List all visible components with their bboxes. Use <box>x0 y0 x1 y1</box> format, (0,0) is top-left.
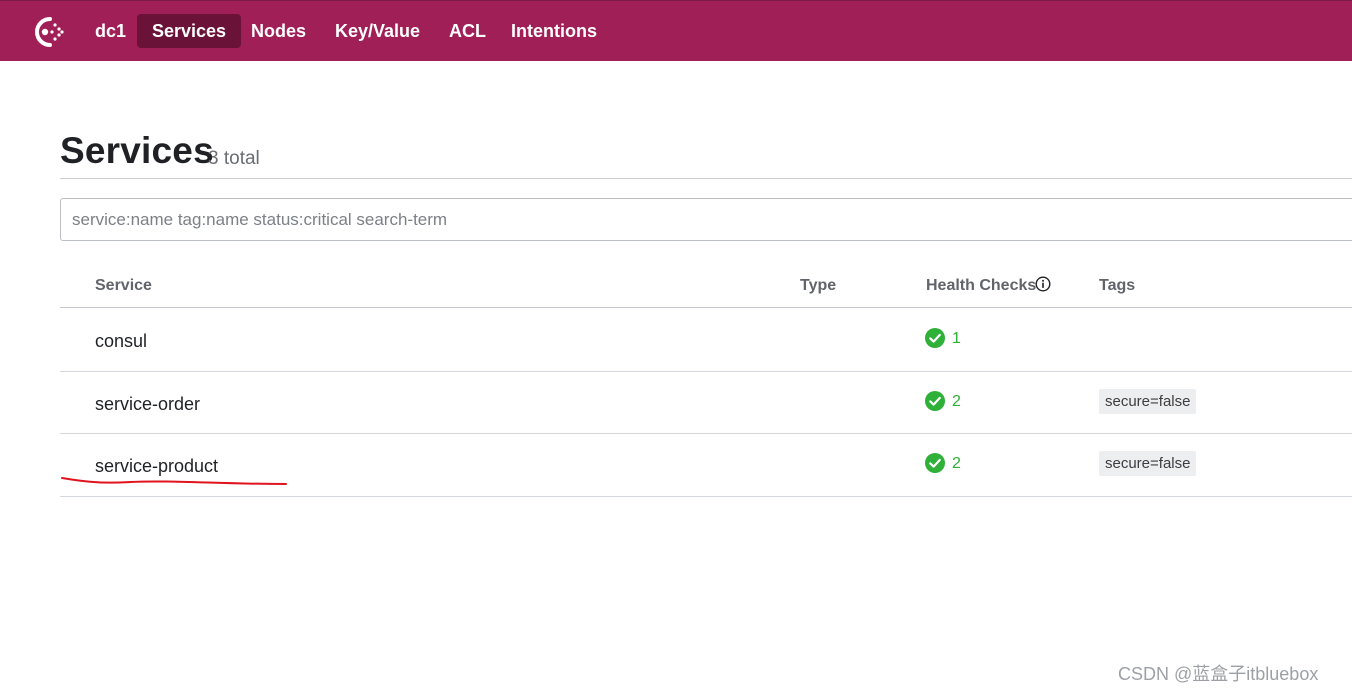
table-row[interactable]: service-order 2 secure=false <box>60 372 1352 434</box>
column-header-tags[interactable]: Tags <box>1099 277 1135 295</box>
service-tag: secure=false <box>1099 389 1197 414</box>
column-header-health-checks[interactable]: Health Checks <box>926 277 1036 295</box>
search-input[interactable] <box>60 198 1352 241</box>
nav-acl[interactable]: ACL <box>434 14 501 48</box>
passing-check-icon <box>925 328 945 348</box>
info-icon[interactable] <box>1035 276 1051 292</box>
watermark-text: CSDN @蓝盒子itbluebox <box>1118 664 1319 684</box>
nav-services[interactable]: Services <box>137 14 242 48</box>
title-divider <box>60 178 1352 179</box>
nav-intentions[interactable]: Intentions <box>496 14 612 48</box>
table-row[interactable]: consul 1 <box>60 309 1352 371</box>
health-check-count: 2 <box>952 393 961 410</box>
passing-check-icon <box>925 391 945 411</box>
datacenter-selector[interactable]: dc1 <box>95 14 126 48</box>
consul-logo-icon[interactable] <box>28 13 66 51</box>
top-navigation-bar: dc1 Services Nodes Key/Value ACL Intenti… <box>0 0 1352 61</box>
red-underline-annotation <box>61 477 287 485</box>
passing-check-icon <box>925 453 945 473</box>
table-header-divider <box>60 307 1352 308</box>
nav-nodes[interactable]: Nodes <box>236 14 321 48</box>
service-name-link[interactable]: consul <box>95 331 147 352</box>
service-tag: secure=false <box>1099 451 1197 476</box>
nav-key-value[interactable]: Key/Value <box>320 14 435 48</box>
health-check-count: 1 <box>952 330 961 347</box>
row-divider <box>60 496 1352 497</box>
health-check-count: 2 <box>952 455 961 472</box>
column-header-type[interactable]: Type <box>800 277 836 295</box>
services-count: 3 total <box>208 148 260 169</box>
column-header-service[interactable]: Service <box>95 277 152 295</box>
page-title: Services <box>60 130 214 171</box>
service-name-link[interactable]: service-order <box>95 394 200 415</box>
